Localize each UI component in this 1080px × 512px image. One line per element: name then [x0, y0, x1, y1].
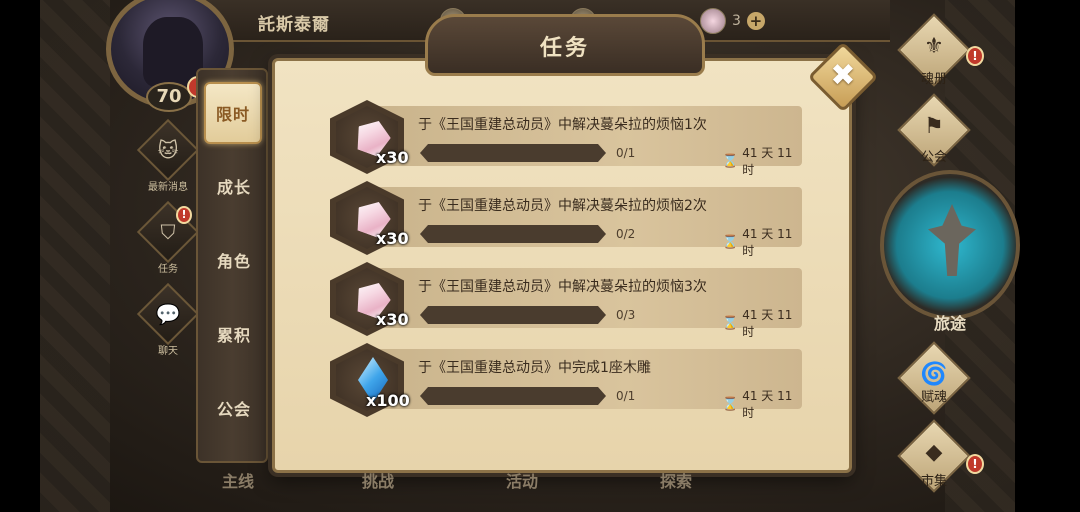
- quest-progress-text: 0/2: [616, 227, 636, 241]
- close-icon[interactable]: ✖: [818, 52, 868, 102]
- category-tabs: 限时 成长 角色 累积 公会: [196, 68, 268, 463]
- time-left-text: 41 天 11 时: [742, 389, 793, 420]
- quest-progress-text: 0/3: [616, 308, 636, 322]
- quest-row: x100 于《王国重建总动员》中完成1座木雕 0/1 ⌛ 41 天 11 时: [330, 343, 802, 420]
- sidebar-item-label: 魂册: [920, 72, 947, 87]
- quest-progress-text: 0/1: [616, 146, 636, 160]
- quest-title: 于《王国重建总动员》中完成1座木雕: [418, 360, 651, 376]
- bottom-nav: 主线 挑战 活动 探索: [200, 458, 880, 512]
- sidebar-item-label: 公会: [920, 150, 947, 165]
- quest-row: x30 于《王国重建总动员》中解决蔓朵拉的烦恼2次 0/2 ⌛ 41 天 11 时: [330, 181, 802, 258]
- soul-swirl-icon: 🌀: [920, 362, 948, 387]
- shield-icon: ⛉: [160, 220, 176, 244]
- resource-value: 3: [732, 13, 741, 29]
- hourglass-icon: ⌛: [722, 153, 739, 169]
- journey-button[interactable]: [880, 170, 1020, 320]
- quest-title: 于《王国重建总动员》中解决蔓朵拉的烦恼2次: [418, 198, 707, 214]
- sidebar-item-chat[interactable]: 💬 聊天: [136, 282, 200, 358]
- quest-time-left: ⌛ 41 天 11 时: [722, 306, 802, 340]
- soulbook-alert-icon: !: [966, 46, 984, 66]
- quest-progress-bar: [420, 144, 606, 162]
- market-alert-icon: !: [966, 454, 984, 474]
- quest-title: 于《王国重建总动员》中解决蔓朵拉的烦恼3次: [418, 279, 707, 295]
- nav-challenge[interactable]: 挑战: [362, 468, 394, 492]
- quest-row: x30 于《王国重建总动员》中解决蔓朵拉的烦恼1次 0/1 ⌛ 41 天 11 时: [330, 100, 802, 177]
- nav-explore[interactable]: 探索: [660, 468, 692, 492]
- quest-time-left: ⌛ 41 天 11 时: [722, 144, 802, 178]
- chat-bubble-icon: 💬: [155, 302, 181, 326]
- tab-growth[interactable]: 成长: [198, 156, 270, 216]
- quest-progress-bar: [420, 306, 606, 324]
- sidebar-item-label: 任务: [158, 264, 178, 275]
- hourglass-icon: ⌛: [722, 396, 739, 412]
- guild-banner-icon: ⚑: [924, 114, 944, 139]
- quest-progress-bar: [420, 225, 606, 243]
- panel-title: 任务: [539, 36, 590, 61]
- left-border-pattern: [40, 0, 110, 512]
- sidebar-item-news[interactable]: 🐱 最新消息: [136, 118, 200, 194]
- sidebar-item-label: 聊天: [158, 346, 178, 357]
- sidebar-item-guild[interactable]: ⚑ 公会: [888, 93, 980, 180]
- sidebar-item-ensoul[interactable]: 🌀 赋魂: [888, 341, 980, 428]
- quest-title: 于《王国重建总动员》中解决蔓朵拉的烦恼1次: [418, 117, 707, 133]
- sidebar-item-label: 赋魂: [920, 390, 947, 405]
- quests-alert-icon: !: [176, 206, 192, 224]
- journey-crest-icon: [928, 204, 976, 276]
- quest-progress-bar: [420, 387, 606, 405]
- quest-time-left: ⌛ 41 天 11 时: [722, 387, 802, 421]
- tab-guild[interactable]: 公会: [198, 378, 270, 438]
- journey-label: 旅途: [933, 314, 966, 333]
- quest-row: x30 于《王国重建总动员》中解决蔓朵拉的烦恼3次 0/3 ⌛ 41 天 11 时: [330, 262, 802, 339]
- sidebar-item-label: 市集: [920, 474, 947, 489]
- tab-cumulative[interactable]: 累积: [198, 304, 270, 364]
- level-badge: 70: [146, 82, 192, 112]
- time-left-text: 41 天 11 时: [742, 227, 793, 258]
- time-left-text: 41 天 11 时: [742, 146, 793, 177]
- nav-main-story[interactable]: 主线: [222, 468, 254, 492]
- time-left-text: 41 天 11 时: [742, 308, 793, 339]
- cat-icon: 🐱: [157, 138, 179, 162]
- hourglass-icon: ⌛: [722, 315, 739, 331]
- hourglass-icon: ⌛: [722, 234, 739, 250]
- nav-events[interactable]: 活动: [506, 468, 538, 492]
- sidebar-item-label: 最新消息: [148, 182, 188, 193]
- resource-crystal[interactable]: 3 +: [700, 8, 765, 34]
- quest-time-left: ⌛ 41 天 11 时: [722, 225, 802, 259]
- tab-character[interactable]: 角色: [198, 230, 270, 290]
- add-crystal-button[interactable]: +: [746, 12, 765, 30]
- player-name: 託斯泰爾: [258, 15, 330, 35]
- tab-limited[interactable]: 限时: [204, 82, 262, 144]
- quest-progress-text: 0/1: [616, 389, 636, 403]
